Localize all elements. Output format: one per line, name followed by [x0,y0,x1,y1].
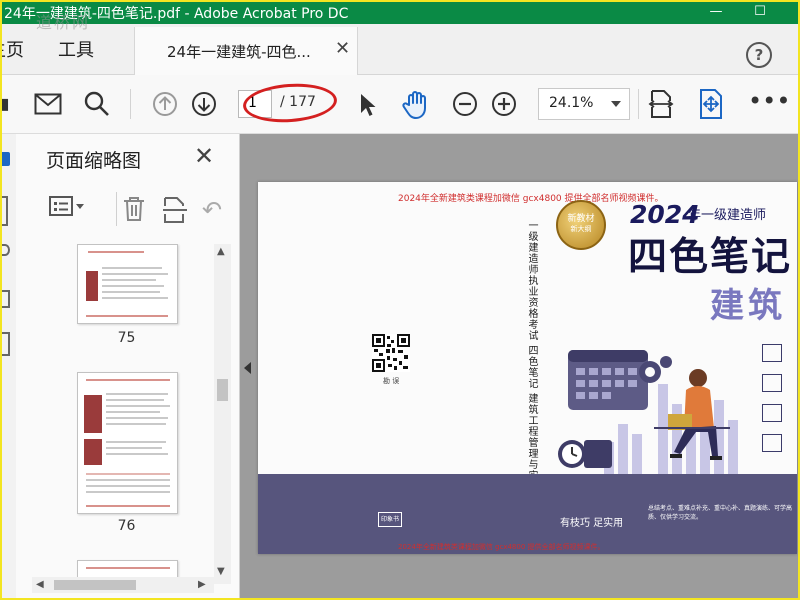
panel-title: 页面缩略图 [46,150,142,172]
title-bar: 24年一建建筑-四色笔记.pdf - Adobe Acrobat Pro DC … [0,0,800,24]
close-tab-icon[interactable]: ✕ [335,38,350,59]
tab-tools[interactable]: 工具 [58,36,94,62]
thumbnail-label: 76 [117,518,136,534]
cover-description: 总结考点、重难点补充、重中心补、真题演练、可学高质、仅供学习交流。 [648,505,793,521]
undo-icon[interactable]: ↶ [202,196,222,224]
scrollbar-thumb[interactable] [54,580,136,590]
email-icon[interactable] [34,93,62,119]
pages-nav-icon[interactable] [0,152,10,166]
navigation-rail [0,134,17,600]
badge-line-1: 新教材 [567,214,595,224]
zoom-in-icon[interactable] [491,91,517,121]
chevron-down-icon [611,101,621,107]
toolbar-separator [638,89,639,119]
thumbnail-page-75[interactable] [77,244,178,324]
thumbnail-list: 75 76 [16,244,216,584]
document-tab-label: 24年一建建筑-四色... [167,43,311,61]
watermark: 道桥网 [36,13,91,32]
qr-label: 勘 误 [383,377,400,385]
book-spine: 一级建造师执业资格考试 四色笔记 建筑工程管理与实务 [512,182,552,492]
more-options-icon[interactable]: ••• [748,89,790,113]
search-icon[interactable] [84,91,110,121]
scrollbar-thumb[interactable] [217,379,228,401]
toolbar: ▪ / 177 24.1% ••• [0,75,800,134]
zoom-value: 24.1% [549,95,594,111]
tab-home[interactable]: 主页 [0,36,24,62]
pdf-page[interactable]: 2024年全新建筑类课程加微信 gcx4800 提供全部名师视频课件。 勘 误 … [258,182,797,554]
scroll-down-icon[interactable]: ▼ [217,566,225,577]
thumbnail-options-icon[interactable] [49,196,85,223]
toolbar-separator [130,89,131,119]
cover-title: 四色笔记 [628,235,793,280]
close-icon[interactable]: ✕ [194,142,214,170]
study-guide-icon [762,344,782,362]
cover-authors: 有枝巧 足实用 [560,518,624,529]
maximize-button[interactable]: ☐ [744,0,776,24]
video-icon [762,374,782,392]
print-icon[interactable]: ▪ [0,91,10,115]
tab-document[interactable]: 24年一建建筑-四色... ✕ [134,27,358,75]
collapse-panel-icon[interactable] [244,362,251,374]
scroll-left-icon[interactable]: ◀ [36,579,44,590]
fit-width-icon[interactable] [648,89,674,123]
help-icon[interactable]: ? [746,42,772,68]
book-icon [762,404,782,422]
attachments-nav-icon[interactable] [0,244,10,256]
cover-bottom-ad: 2024年全新建筑类课程加微信 gcx4800 提供全部名师视频课件。 [398,543,605,551]
hand-tool-icon[interactable] [400,88,432,124]
cover-subtitle: 建筑 [710,286,786,326]
checklist-icon [762,434,782,452]
delete-page-icon[interactable] [122,196,146,227]
previous-page-icon[interactable] [152,91,178,121]
full-screen-icon[interactable] [697,88,725,124]
thumbnail-label: 75 [117,330,136,346]
zoom-select[interactable]: 24.1% [538,88,630,120]
layers-nav-icon[interactable] [0,290,10,308]
qr-code-image [372,334,410,372]
thumbnail-scrollbar[interactable]: ▲ ▼ [214,244,231,584]
document-view[interactable]: 2024年全新建筑类课程加微信 gcx4800 提供全部名师视频课件。 勘 误 … [240,134,800,600]
panel-separator [116,192,117,226]
select-tool-icon[interactable] [358,92,378,122]
scroll-right-icon[interactable]: ▶ [198,579,206,590]
signatures-nav-icon[interactable] [0,332,10,356]
horizontal-scrollbar[interactable]: ◀ ▶ [32,577,214,593]
cover-year-subtitle: 年一级建造师 [688,208,767,223]
new-edition-badge: 新教材 新大纲 [556,200,606,250]
zoom-out-icon[interactable] [452,91,478,121]
scroll-up-icon[interactable]: ▲ [217,246,225,257]
tab-row: 主页 工具 [0,24,800,75]
publisher-logo: 印象书 [378,512,402,527]
badge-line-2: 新大纲 [570,225,592,233]
cover-illustration [558,324,758,488]
minimize-button[interactable]: — [700,0,732,24]
thumbnail-page-76[interactable] [77,372,178,514]
thumbnails-panel: 页面缩略图 ✕ ↶ 75 76 ▲ ▼ ◀ ▶ [16,134,240,600]
next-page-icon[interactable] [191,91,217,121]
spine-text: 一级建造师执业资格考试 四色笔记 建筑工程管理与实务 [526,220,537,493]
bookmarks-nav-icon[interactable] [0,196,8,226]
extract-page-icon[interactable] [162,196,188,229]
